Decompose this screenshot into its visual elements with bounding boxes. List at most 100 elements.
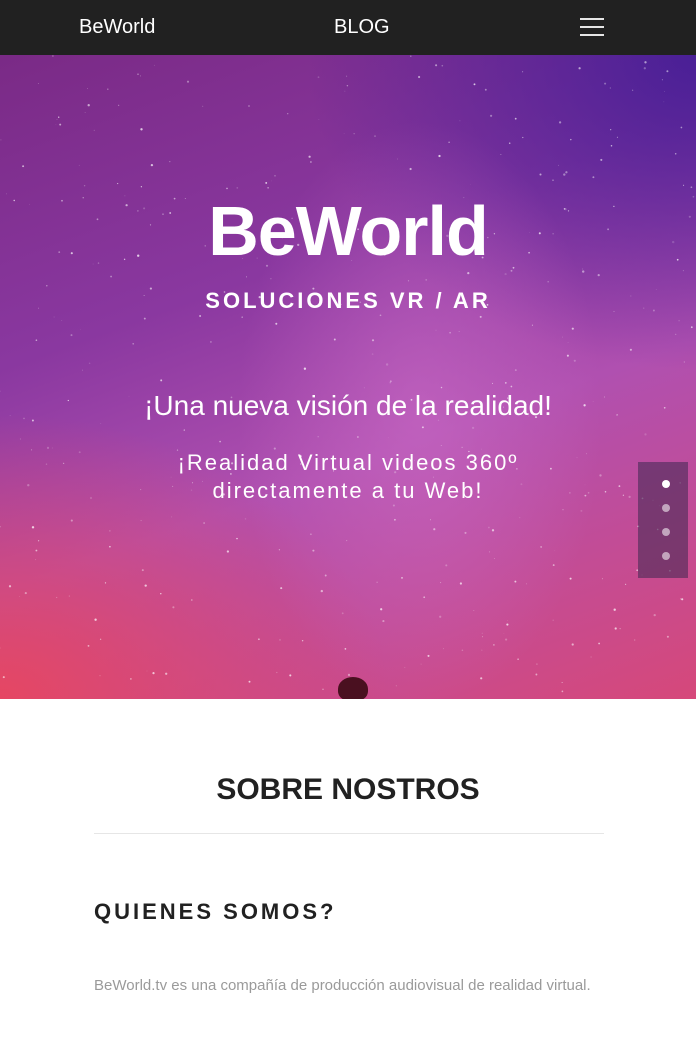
- star: [118, 104, 120, 106]
- slide-dot-2[interactable]: [662, 504, 670, 512]
- star: [199, 315, 202, 317]
- starfield-background: [0, 55, 695, 693]
- star: [271, 180, 273, 182]
- star: [143, 317, 146, 320]
- section-divider: [94, 833, 604, 834]
- star: [303, 367, 307, 370]
- star: [45, 463, 48, 465]
- star: [522, 71, 524, 73]
- star: [584, 484, 586, 486]
- star: [137, 73, 139, 75]
- slide-dot-4[interactable]: [662, 552, 670, 560]
- star: [56, 596, 58, 599]
- star: [404, 666, 406, 669]
- star: [19, 596, 21, 597]
- subheading-bold: SOMOS: [223, 899, 321, 924]
- star: [395, 685, 397, 687]
- star: [160, 593, 162, 595]
- star: [500, 154, 502, 156]
- star: [371, 339, 375, 342]
- star: [423, 596, 426, 599]
- star: [89, 496, 93, 500]
- star: [130, 678, 132, 680]
- star: [505, 638, 508, 641]
- star: [600, 158, 603, 161]
- star: [614, 627, 617, 630]
- star: [440, 445, 442, 446]
- star: [324, 574, 327, 577]
- star: [226, 187, 228, 190]
- star: [433, 528, 436, 531]
- star: [410, 55, 412, 57]
- star: [389, 380, 392, 383]
- star: [78, 451, 81, 454]
- star: [561, 682, 563, 683]
- star: [100, 423, 102, 424]
- nav-blog-link[interactable]: BLOG: [334, 15, 390, 39]
- star: [93, 129, 95, 132]
- star: [317, 76, 320, 79]
- star: [31, 449, 33, 451]
- star: [346, 75, 348, 77]
- star: [203, 522, 205, 524]
- star: [690, 186, 693, 189]
- star: [374, 135, 376, 137]
- star: [0, 526, 1, 528]
- star: [385, 363, 389, 366]
- star: [442, 648, 444, 650]
- hamburger-menu-icon[interactable]: [578, 14, 606, 40]
- star: [244, 518, 247, 520]
- star: [613, 608, 616, 611]
- about-section-title: SOBRE NOSTROS: [216, 773, 480, 806]
- star: [618, 485, 621, 488]
- star: [132, 342, 135, 345]
- star: [571, 643, 574, 646]
- star: [37, 540, 40, 542]
- star: [547, 280, 550, 283]
- star: [55, 124, 57, 126]
- about-body-text: BeWorld.tv es una compañía de producción…: [94, 977, 591, 994]
- star: [519, 517, 521, 519]
- star: [587, 491, 590, 494]
- slide-dot-1[interactable]: [662, 480, 670, 488]
- star: [171, 516, 173, 518]
- star: [99, 638, 102, 640]
- slide-dot-3[interactable]: [662, 528, 670, 536]
- star: [8, 585, 12, 588]
- menu-bar: [580, 18, 604, 20]
- star: [584, 494, 587, 497]
- star: [481, 649, 483, 651]
- star: [592, 176, 595, 179]
- star: [425, 279, 428, 281]
- star: [333, 338, 336, 341]
- star: [312, 549, 315, 552]
- star: [310, 533, 312, 536]
- star: [481, 632, 483, 634]
- star: [663, 101, 665, 103]
- star: [401, 577, 403, 579]
- star: [22, 165, 25, 168]
- star: [681, 598, 684, 601]
- star: [409, 167, 412, 171]
- star: [219, 440, 221, 443]
- star: [117, 183, 119, 185]
- star: [183, 429, 185, 431]
- star: [320, 589, 323, 593]
- star: [87, 644, 90, 647]
- star: [61, 320, 63, 321]
- star: [310, 161, 312, 163]
- hero-section: BeWorld SOLUCIONES VR / AR ¡Una nueva vi…: [0, 55, 696, 699]
- star: [380, 608, 383, 611]
- star: [140, 75, 141, 77]
- star: [172, 606, 175, 609]
- star: [514, 369, 517, 372]
- nav-brand-link[interactable]: BeWorld: [79, 15, 155, 39]
- star: [435, 64, 438, 67]
- star: [578, 67, 581, 70]
- star: [308, 155, 311, 158]
- star: [322, 688, 324, 690]
- star: [570, 138, 572, 141]
- star: [510, 385, 513, 388]
- star: [558, 164, 560, 166]
- star: [152, 672, 155, 675]
